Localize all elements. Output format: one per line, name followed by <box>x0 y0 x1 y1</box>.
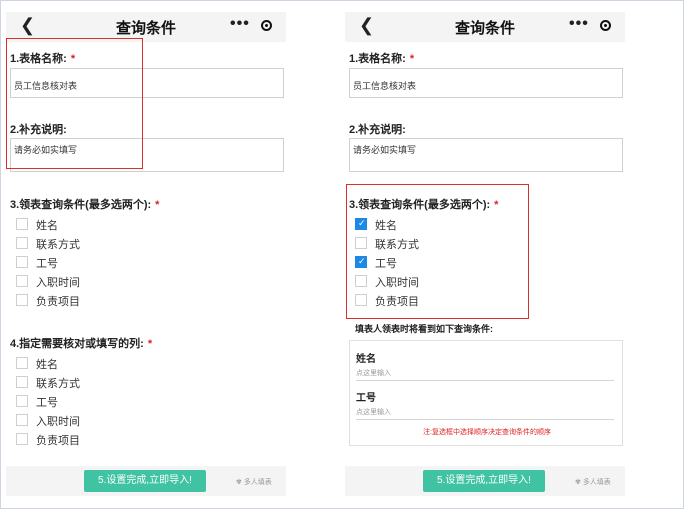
check-columns-label: 4.指定需要核对或填写的列: * <box>10 338 153 350</box>
option-row[interactable]: 负责项目 <box>16 291 286 310</box>
checkbox[interactable] <box>16 433 28 445</box>
bottom-bar: 5.设置完成,立即导入! ✾ 多人填表 <box>6 466 286 496</box>
column-options-list: 姓名 联系方式 工号 入职时间 负责项目 <box>16 354 286 449</box>
nav-bar: ❮ 查询条件 ••• <box>345 12 625 42</box>
more-dots-icon[interactable]: ••• <box>569 15 589 33</box>
query-options-list: 姓名 联系方式 工号 入职时间 负责项目 <box>16 215 286 310</box>
option-row[interactable]: 负责项目 <box>16 430 286 449</box>
preview-note: 注:复选框中选择顺序决定查询条件的顺序 <box>423 429 551 436</box>
option-row[interactable]: 联系方式 <box>16 373 286 392</box>
preview-field-label: 姓名 <box>356 354 376 365</box>
submit-button[interactable]: 5.设置完成,立即导入! <box>423 470 545 492</box>
option-row[interactable]: 姓名 <box>16 215 286 234</box>
checkbox[interactable] <box>16 414 28 426</box>
option-row[interactable]: 入职时间 <box>16 411 286 430</box>
table-name-input[interactable]: 员工信息核对表 <box>349 68 623 98</box>
highlight-box <box>6 38 143 169</box>
submit-button[interactable]: 5.设置完成,立即导入! <box>84 470 206 492</box>
option-row[interactable]: 联系方式 <box>16 234 286 253</box>
left-panel: ❮ 查询条件 ••• 1.表格名称: * 员工信息核对表 2.补充说明: 请务必如… <box>6 0 296 500</box>
checkbox[interactable] <box>16 294 28 306</box>
table-name-label: 1.表格名称: * <box>349 53 415 65</box>
option-row[interactable]: 工号 <box>16 392 286 411</box>
preview-heading: 填表人领表时将看到如下查询条件: <box>355 324 493 334</box>
bottom-bar: 5.设置完成,立即导入! ✾ 多人填表 <box>345 466 625 496</box>
option-row[interactable]: 工号 <box>16 253 286 272</box>
option-row[interactable]: 入职时间 <box>16 272 286 291</box>
more-dots-icon[interactable]: ••• <box>230 15 250 33</box>
preview-card: 姓名 点这里输入 工号 点这里输入 注:复选框中选择顺序决定查询条件的顺序 <box>349 340 623 446</box>
target-icon[interactable] <box>600 20 611 31</box>
brand-label: ✾ 多人填表 <box>575 479 611 486</box>
checkbox[interactable] <box>16 275 28 287</box>
highlight-box <box>346 184 529 319</box>
checkbox[interactable] <box>16 256 28 268</box>
preview-field-input[interactable]: 点这里输入 <box>356 368 614 381</box>
note-textarea[interactable]: 请务必如实填写 <box>349 138 623 172</box>
checkbox[interactable] <box>16 376 28 388</box>
checkbox[interactable] <box>16 237 28 249</box>
preview-field-label: 工号 <box>356 393 376 404</box>
query-conditions-label: 3.领表查询条件(最多选两个): * <box>10 199 160 211</box>
right-panel: ❮ 查询条件 ••• 1.表格名称: * 员工信息核对表 2.补充说明: 请务必如… <box>345 0 635 500</box>
note-label: 2.补充说明: <box>349 124 406 136</box>
checkbox[interactable] <box>16 218 28 230</box>
brand-label: ✾ 多人填表 <box>236 479 272 486</box>
checkbox[interactable] <box>16 357 28 369</box>
preview-field-input[interactable]: 点这里输入 <box>356 407 614 420</box>
checkbox[interactable] <box>16 395 28 407</box>
target-icon[interactable] <box>261 20 272 31</box>
option-row[interactable]: 姓名 <box>16 354 286 373</box>
